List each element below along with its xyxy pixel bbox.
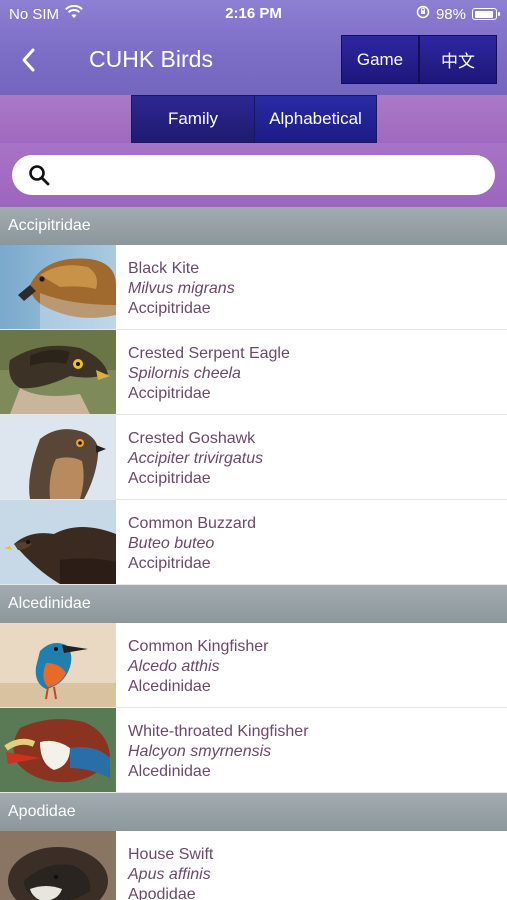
language-button[interactable]: 中文	[419, 35, 497, 84]
battery-icon	[472, 8, 500, 20]
bird-family-name: Alcedinidae	[128, 763, 211, 780]
bird-common-name: Crested Serpent Eagle	[128, 345, 290, 362]
status-right: 98%	[416, 5, 500, 23]
search-input[interactable]	[62, 155, 482, 195]
bird-family-name: Accipitridae	[128, 555, 211, 572]
bird-row[interactable]: Crested Serpent Eagle Spilornis cheela Acc…	[0, 330, 507, 415]
bird-common-name: Black Kite	[128, 260, 200, 277]
bird-row[interactable]: Crested Goshawk Accipiter trivirgatus Acci…	[0, 415, 507, 500]
bird-info: Common Kingfisher Alcedo atthis Alcedinida…	[116, 623, 269, 707]
bird-info: House Swift Apus affinis Apodidae	[116, 831, 213, 900]
back-button[interactable]	[14, 44, 42, 76]
bird-common-name: Crested Goshawk	[128, 430, 256, 447]
section-header: Accipitridae	[0, 207, 507, 245]
bird-thumbnail	[0, 500, 116, 584]
bird-info: Black Kite Milvus migrans Accipitridae	[116, 245, 235, 329]
search-area	[0, 143, 507, 207]
segment-family[interactable]: Family	[132, 96, 254, 142]
section-header: Alcedinidae	[0, 585, 507, 623]
bird-family-name: Accipitridae	[128, 470, 211, 487]
bird-family-name: Alcedinidae	[128, 678, 211, 695]
bird-family-name: Accipitridae	[128, 300, 211, 317]
nav-button-group: Game 中文	[341, 35, 497, 84]
bird-scientific-name: Halcyon smyrnensis	[128, 743, 272, 760]
chevron-left-icon	[22, 48, 35, 72]
search-icon	[29, 165, 50, 186]
bird-info: Crested Serpent Eagle Spilornis cheela Acc…	[116, 330, 290, 414]
bird-info: Crested Goshawk Accipiter trivirgatus Acci…	[116, 415, 263, 499]
bird-scientific-name: Apus affinis	[128, 866, 211, 883]
bird-info: White-throated Kingfisher Halcyon smyrnen…	[116, 708, 309, 792]
orientation-lock-icon	[416, 5, 430, 23]
sort-segment-control: Family Alphabetical	[131, 95, 377, 143]
status-bar: No SIM 2:16 PM 98%	[0, 0, 507, 28]
bird-thumbnail	[0, 708, 116, 792]
section-header: Apodidae	[0, 793, 507, 831]
bird-row[interactable]: White-throated Kingfisher Halcyon smyrnen…	[0, 708, 507, 793]
bird-common-name: Common Kingfisher	[128, 638, 269, 655]
bird-thumbnail	[0, 831, 116, 900]
header: No SIM 2:16 PM 98% CUHK Birds Game 中文	[0, 0, 507, 95]
bird-scientific-name: Spilornis cheela	[128, 365, 241, 382]
battery-percent: 98%	[435, 5, 466, 23]
bird-scientific-name: Milvus migrans	[128, 280, 235, 297]
page-title: CUHK Birds	[89, 46, 213, 72]
game-button[interactable]: Game	[341, 35, 419, 84]
bird-list: Accipitridae Black Kite Milvus migrans Acci…	[0, 207, 507, 900]
bird-common-name: House Swift	[128, 846, 214, 863]
nav-bar: CUHK Birds Game 中文	[0, 28, 507, 92]
bird-common-name: Common Buzzard	[128, 515, 257, 532]
bird-scientific-name: Accipiter trivirgatus	[128, 450, 264, 467]
bird-row[interactable]: House Swift Apus affinis Apodidae	[0, 831, 507, 900]
bird-thumbnail	[0, 245, 116, 329]
bird-thumbnail	[0, 623, 116, 707]
bird-thumbnail	[0, 415, 116, 499]
bird-common-name: White-throated Kingfisher	[128, 723, 309, 740]
segment-bar: Family Alphabetical	[0, 95, 507, 143]
bird-family-name: Accipitridae	[128, 385, 211, 402]
segment-alphabetical[interactable]: Alphabetical	[254, 96, 376, 142]
bird-row[interactable]: Black Kite Milvus migrans Accipitridae	[0, 245, 507, 330]
bird-row[interactable]: Common Kingfisher Alcedo atthis Alcedinida…	[0, 623, 507, 708]
bird-family-name: Apodidae	[128, 886, 196, 900]
bird-info: Common Buzzard Buteo buteo Accipitridae	[116, 500, 256, 584]
search-box	[12, 155, 495, 195]
battery-fill	[474, 10, 494, 18]
bird-thumbnail	[0, 330, 116, 414]
bird-scientific-name: Buteo buteo	[128, 535, 215, 552]
bird-scientific-name: Alcedo atthis	[128, 658, 220, 675]
bird-row[interactable]: Common Buzzard Buteo buteo Accipitridae	[0, 500, 507, 585]
